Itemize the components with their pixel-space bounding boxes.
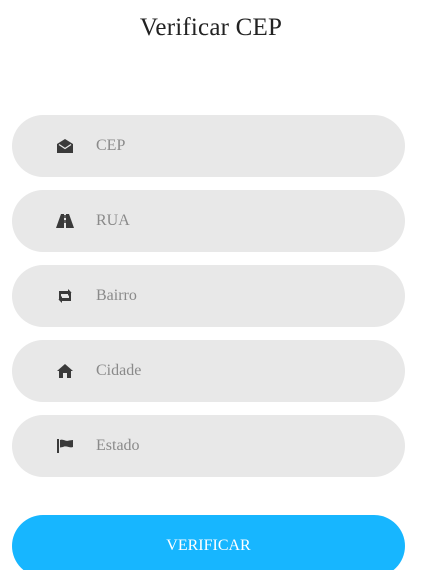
road-icon (56, 212, 74, 230)
page-title: Verificar CEP (139, 14, 283, 41)
cep-field[interactable] (12, 115, 405, 177)
verificar-button[interactable]: VERIFICAR (12, 515, 405, 570)
retweet-icon (56, 287, 74, 305)
cep-input[interactable] (96, 137, 356, 155)
cidade-field[interactable] (12, 340, 405, 402)
bairro-field[interactable] (12, 265, 405, 327)
flag-icon (56, 437, 74, 455)
rua-field[interactable] (12, 190, 405, 252)
bairro-input[interactable] (96, 287, 356, 305)
verificar-cep-form: Verificar CEP CEP RUA Bairro Cidade Esta… (0, 0, 422, 570)
rua-input[interactable] (96, 212, 356, 230)
estado-input[interactable] (96, 437, 356, 455)
home-icon (56, 362, 74, 380)
cidade-input[interactable] (96, 362, 356, 380)
envelope-open-icon (56, 137, 74, 155)
estado-field[interactable] (12, 415, 405, 477)
